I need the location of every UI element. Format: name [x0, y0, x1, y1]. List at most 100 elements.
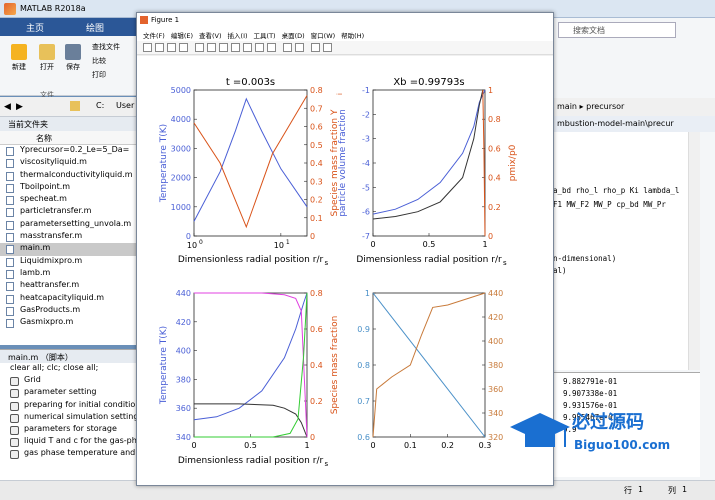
- figure-menu-item[interactable]: 文件(F): [143, 32, 165, 40]
- section-icon: [10, 425, 19, 435]
- figure-menu-item[interactable]: 插入(I): [228, 32, 248, 40]
- colorbar-icon[interactable]: [283, 43, 292, 52]
- figure-menu-item[interactable]: 桌面(D): [282, 32, 305, 40]
- file-icon: [6, 269, 14, 279]
- details-item[interactable]: parameters for storage: [0, 424, 140, 436]
- details-item[interactable]: gas phase temperature and: [0, 448, 140, 460]
- print-figure-icon[interactable]: [179, 43, 188, 52]
- pan-icon[interactable]: [231, 43, 240, 52]
- plot-area: 0 1000 2000 3000 4000 5000 0 0.1 0.2 0.3 0.4 0.5 0.6…: [137, 56, 553, 485]
- name-column-header[interactable]: 名称: [0, 131, 140, 145]
- details-text: clear all; clc; close all;: [10, 363, 99, 372]
- section-icon: [10, 389, 19, 399]
- tab-home[interactable]: 主页: [26, 21, 44, 34]
- plot-title: t =0.003s: [226, 77, 275, 88]
- compare-button[interactable]: 比较: [92, 56, 106, 66]
- new-figure-icon[interactable]: [143, 43, 152, 52]
- data-cursor-icon[interactable]: [255, 43, 264, 52]
- breadcrumb-main[interactable]: main: [557, 102, 577, 111]
- hide-tools-icon[interactable]: [311, 43, 320, 52]
- file-icon: [6, 233, 14, 243]
- new-plus-icon: [11, 44, 27, 60]
- open-file-icon[interactable]: [155, 43, 164, 52]
- details-item[interactable]: numerical simulation setting: [0, 412, 140, 424]
- search-input[interactable]: 搜索文档: [558, 22, 676, 38]
- file-list-item[interactable]: viscosityliquid.m: [0, 157, 140, 169]
- file-list-item[interactable]: particletransfer.m: [0, 206, 140, 218]
- path-folder[interactable]: User: [116, 101, 134, 110]
- figure-menu-bar: 文件(F) 编辑(E) 查看(V) 插入(I) 工具(T) 桌面(D) 窗口(W) 帮助(H): [137, 27, 553, 41]
- details-header: main.m （脚本）: [0, 349, 140, 363]
- status-col: 1: [682, 485, 688, 494]
- open-button[interactable]: 打开: [36, 44, 58, 72]
- y-axis-label-right: pmix/p0: [508, 144, 518, 181]
- file-list-item[interactable]: GasProducts.m: [0, 305, 140, 317]
- details-item[interactable]: liquid T and c for the gas-ph: [0, 436, 140, 448]
- file-list-item[interactable]: masstransfer.m: [0, 231, 140, 243]
- details-item[interactable]: parameter setting: [0, 387, 140, 399]
- file-icon: [6, 147, 14, 156]
- file-list-item[interactable]: heattransfer.m: [0, 280, 140, 292]
- details-item[interactable]: preparing for initial conditio: [0, 400, 140, 412]
- editor-tab[interactable]: mbustion-model-main\precur: [553, 116, 715, 132]
- legend-icon[interactable]: [295, 43, 304, 52]
- print-button[interactable]: 打印: [92, 70, 106, 80]
- details-text: gas phase temperature and: [24, 448, 136, 458]
- code-line: n-dimensional): [553, 254, 617, 263]
- ribbon-tabs: 主页 绘图: [0, 18, 140, 36]
- path-drive[interactable]: C:: [96, 101, 104, 110]
- section-icon: [10, 450, 19, 460]
- details-item[interactable]: clear all; clc; close all;: [0, 363, 140, 375]
- file-list-item[interactable]: Liquidmixpro.m: [0, 256, 140, 268]
- file-list-item[interactable]: main.m: [0, 243, 140, 256]
- figure-menu-item[interactable]: 编辑(E): [171, 32, 193, 40]
- y-tick-label-right: 0: [488, 232, 493, 241]
- file-list-item[interactable]: Tboilpoint.m: [0, 182, 140, 194]
- pointer-icon[interactable]: [195, 43, 204, 52]
- folder-up-icon[interactable]: [70, 101, 80, 111]
- brush-icon[interactable]: [267, 43, 276, 52]
- file-list-item[interactable]: lamb.m: [0, 268, 140, 280]
- x-tick-label: 0.2: [441, 441, 454, 450]
- breadcrumb-precursor[interactable]: precursor: [586, 102, 624, 111]
- find-files-button[interactable]: 查找文件: [92, 42, 120, 52]
- details-text: preparing for initial conditio: [24, 399, 136, 409]
- y-tick-label-left: -1: [362, 86, 370, 95]
- file-list-item[interactable]: thermalconductivityliquid.m: [0, 170, 140, 182]
- new-button[interactable]: 新建: [8, 44, 30, 72]
- rotate-icon[interactable]: [243, 43, 252, 52]
- file-list-item[interactable]: specheat.m: [0, 194, 140, 206]
- y-tick-label-right: 0.8: [488, 115, 501, 124]
- file-list-item[interactable]: Yprecursor=0.2_Le=5_Da=: [0, 145, 140, 157]
- file-list-item[interactable]: parametersetting_unvola.m: [0, 219, 140, 231]
- y-tick-label-left: -5: [362, 183, 370, 192]
- figure-menu-item[interactable]: 查看(V): [199, 32, 222, 40]
- file-icon: [6, 159, 14, 169]
- save-figure-icon[interactable]: [167, 43, 176, 52]
- y-tick-label-left: 2000: [171, 174, 191, 183]
- file-list-item[interactable]: heatcapacityliquid.m: [0, 293, 140, 305]
- file-list-item[interactable]: Gasmixpro.m: [0, 317, 140, 329]
- save-button[interactable]: 保存: [62, 44, 84, 72]
- forward-arrow-icon[interactable]: ▶: [16, 102, 23, 112]
- watermark-url: Biguo100.com: [574, 438, 671, 452]
- figure-menu-item[interactable]: 帮助(H): [341, 32, 364, 40]
- y-tick-label-left: 4000: [171, 115, 191, 124]
- file-name: viscosityliquid.m: [20, 157, 87, 167]
- figure-menu-item[interactable]: 窗口(W): [311, 32, 336, 40]
- y-tick-label-left: 360: [176, 404, 191, 413]
- zoom-in-icon[interactable]: [207, 43, 216, 52]
- figure-window[interactable]: Figure 1 文件(F) 编辑(E) 查看(V) 插入(I) 工具(T) 桌面(D) 窗…: [136, 12, 554, 486]
- back-arrow-icon[interactable]: ◀: [4, 102, 11, 112]
- code-editor[interactable]: a_bd rho_l rho_p Ki lambda_l F1 MW_F2 MW…: [553, 132, 688, 370]
- editor-scrollbar[interactable]: [688, 132, 700, 370]
- details-item[interactable]: Grid: [0, 375, 140, 387]
- file-name: heatcapacityliquid.m: [20, 292, 105, 302]
- path-bar[interactable]: ◀ ▶ C: User: [0, 97, 140, 117]
- tab-plots[interactable]: 绘图: [86, 21, 104, 34]
- figure-menu-item[interactable]: 工具(T): [254, 32, 276, 40]
- file-icon: [6, 196, 14, 206]
- dock-icon[interactable]: [323, 43, 332, 52]
- y-tick-label-left: 0.6: [357, 433, 370, 442]
- zoom-out-icon[interactable]: [219, 43, 228, 52]
